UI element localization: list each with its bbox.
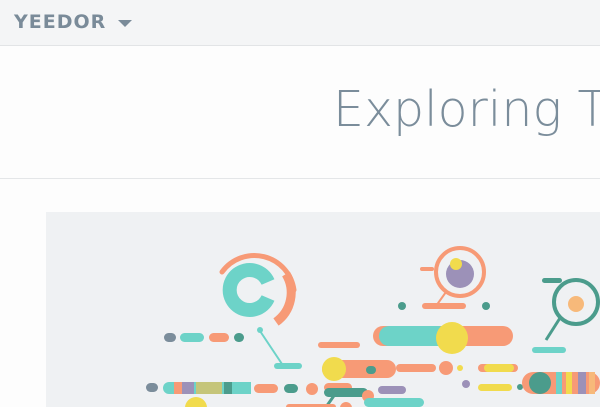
page-title: Exploring T xyxy=(333,81,600,138)
ring-cluster-right xyxy=(522,278,600,394)
brand-name: YEEDOR xyxy=(14,11,107,33)
hero-image xyxy=(46,212,600,407)
chevron-down-icon[interactable] xyxy=(118,19,133,27)
top-navbar: YEEDOR xyxy=(0,0,600,46)
bar-row-bottom-left xyxy=(146,382,352,407)
arc-cluster-left xyxy=(219,253,302,369)
brand-menu[interactable]: YEEDOR xyxy=(14,11,133,33)
center-cluster xyxy=(286,322,523,407)
page-header: Exploring T xyxy=(0,47,600,179)
abstract-data-art xyxy=(146,246,600,407)
dash-row-left xyxy=(164,333,244,342)
ring-cluster-center xyxy=(398,246,490,310)
